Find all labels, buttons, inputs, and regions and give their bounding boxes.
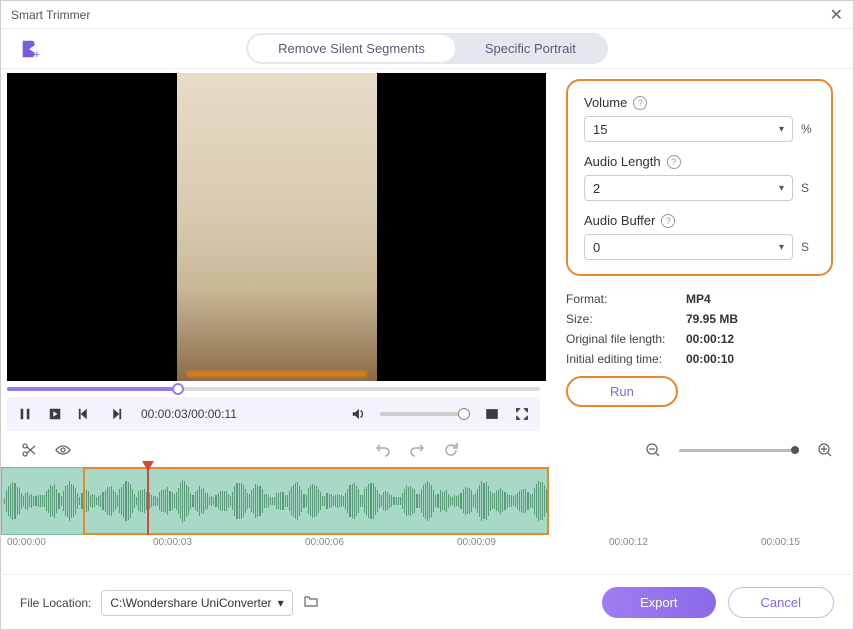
size-label: Size: [566, 312, 686, 326]
window-title: Smart Trimmer [11, 8, 90, 22]
size-value: 79.95 MB [686, 312, 738, 326]
run-button[interactable]: Run [566, 376, 678, 407]
undo-icon[interactable] [375, 442, 391, 458]
volume-slider[interactable] [380, 412, 470, 416]
footer: File Location: C:\Wondershare UniConvert… [0, 574, 854, 630]
prev-button[interactable] [77, 406, 93, 422]
stop-button[interactable] [47, 406, 63, 422]
time-ruler: 00:00:00 00:00:03 00:00:06 00:00:09 00:0… [1, 535, 853, 555]
audiobuf-select[interactable]: 0▾ [584, 234, 793, 260]
ruler-tick: 00:00:12 [609, 537, 648, 548]
preview-column: 00:00:03/00:00:11 [1, 69, 546, 431]
audiolen-unit: S [801, 181, 815, 195]
next-button[interactable] [107, 406, 123, 422]
redo-icon[interactable] [409, 442, 425, 458]
audiolen-select[interactable]: 2▾ [584, 175, 793, 201]
seek-bar[interactable] [7, 385, 540, 393]
audiolen-label: Audio Length [584, 154, 661, 169]
settings-box: Volume? 15▾ % Audio Length? 2▾ S Audio B… [566, 79, 833, 276]
svg-text:+: + [34, 49, 40, 60]
zoom-slider[interactable] [679, 449, 799, 452]
ruler-tick: 00:00:15 [761, 537, 800, 548]
time-display: 00:00:03/00:00:11 [141, 407, 237, 421]
file-location-label: File Location: [20, 596, 91, 610]
video-preview[interactable] [7, 73, 546, 381]
snapshot-icon[interactable] [484, 406, 500, 422]
initial-value: 00:00:10 [686, 352, 734, 366]
selected-region[interactable] [83, 467, 549, 535]
timeline-toolbar [1, 435, 853, 465]
chevron-down-icon: ▾ [779, 183, 784, 194]
tabs-bar: + Remove Silent Segments Specific Portra… [1, 29, 853, 69]
audiobuf-label: Audio Buffer [584, 213, 655, 228]
audiobuf-unit: S [801, 240, 815, 254]
volume-unit: % [801, 122, 815, 136]
player-controls: 00:00:03/00:00:11 [7, 397, 540, 431]
file-location-select[interactable]: C:\Wondershare UniConverter ▾ [101, 590, 292, 616]
export-button[interactable]: Export [602, 587, 716, 618]
volume-icon[interactable] [350, 406, 366, 422]
ruler-tick: 00:00:03 [153, 537, 192, 548]
ruler-tick: 00:00:00 [7, 537, 46, 548]
chevron-down-icon: ▾ [278, 596, 284, 610]
preview-frame [177, 73, 377, 381]
chevron-down-icon: ▾ [779, 124, 784, 135]
tab-specific-portrait[interactable]: Specific Portrait [455, 35, 606, 62]
chevron-down-icon: ▾ [779, 242, 784, 253]
close-icon[interactable]: ✕ [830, 5, 843, 25]
scissors-icon[interactable] [21, 442, 37, 458]
file-info: Format:MP4 Size:79.95 MB Original file l… [566, 292, 833, 366]
help-icon[interactable]: ? [667, 155, 681, 169]
playhead[interactable] [147, 461, 149, 535]
main-area: 00:00:03/00:00:11 Volume? 15▾ % Audio Le… [1, 69, 853, 431]
pause-button[interactable] [17, 406, 33, 422]
orig-value: 00:00:12 [686, 332, 734, 346]
refresh-icon[interactable] [443, 442, 459, 458]
fullscreen-icon[interactable] [514, 406, 530, 422]
eye-icon[interactable] [55, 442, 71, 458]
format-value: MP4 [686, 292, 711, 306]
help-icon[interactable]: ? [661, 214, 675, 228]
volume-select[interactable]: 15▾ [584, 116, 793, 142]
format-label: Format: [566, 292, 686, 306]
cancel-button[interactable]: Cancel [728, 587, 834, 618]
tab-remove-silent[interactable]: Remove Silent Segments [248, 35, 455, 62]
ruler-tick: 00:00:06 [305, 537, 344, 548]
initial-label: Initial editing time: [566, 352, 686, 366]
ruler-tick: 00:00:09 [457, 537, 496, 548]
folder-icon[interactable] [303, 593, 319, 612]
zoom-out-icon[interactable] [645, 442, 661, 458]
mode-tabs: Remove Silent Segments Specific Portrait [246, 33, 608, 64]
zoom-in-icon[interactable] [817, 442, 833, 458]
volume-label: Volume [584, 95, 627, 110]
settings-column: Volume? 15▾ % Audio Length? 2▾ S Audio B… [546, 69, 853, 431]
help-icon[interactable]: ? [633, 96, 647, 110]
timeline[interactable] [1, 467, 853, 535]
app-logo-icon: + [19, 38, 41, 60]
orig-label: Original file length: [566, 332, 686, 346]
titlebar: Smart Trimmer ✕ [1, 1, 853, 29]
